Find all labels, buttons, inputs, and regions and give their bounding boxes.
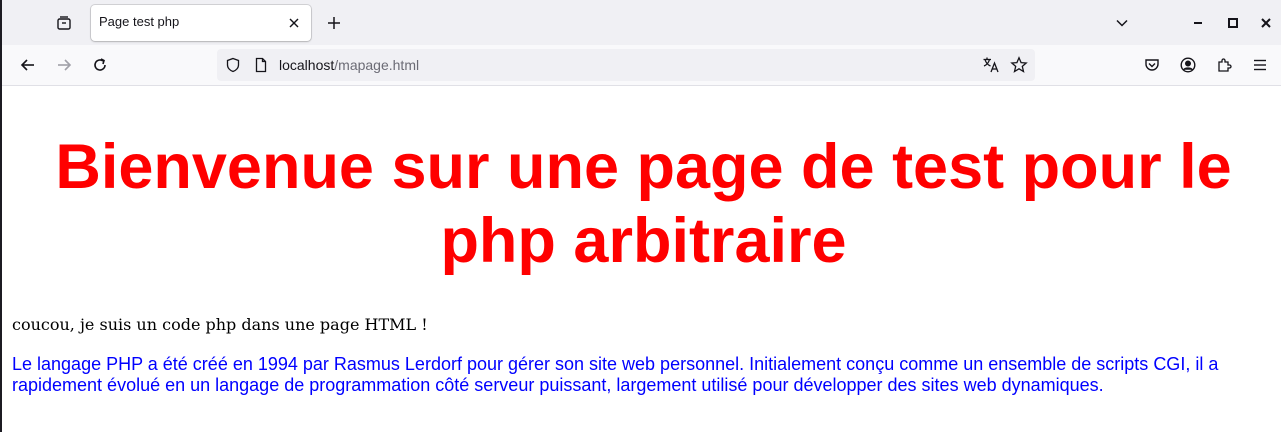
tab-close-button[interactable] (285, 14, 303, 32)
extensions-button[interactable] (1212, 53, 1236, 77)
close-icon (289, 18, 299, 28)
hamburger-menu-icon (1254, 59, 1266, 71)
menu-button[interactable] (1248, 53, 1272, 77)
maximize-icon (1228, 18, 1238, 28)
tab-title: Page test php (99, 14, 180, 29)
pocket-icon (1145, 59, 1159, 71)
url-path: /mapage.html (334, 57, 420, 73)
translate-icon[interactable] (982, 56, 1000, 74)
account-button[interactable] (1176, 53, 1200, 77)
close-icon (1261, 18, 1271, 28)
page-heading: Bienvenue sur une page de test pour le p… (55, 132, 1232, 276)
page-icon[interactable] (253, 57, 269, 73)
greeting-text: coucou, je suis un code php dans une pag… (12, 315, 428, 334)
all-tabs-button[interactable] (1110, 11, 1134, 35)
back-arrow-icon (20, 59, 34, 71)
new-tab-button[interactable] (322, 11, 346, 35)
tab-strip: Page test php (2, 0, 1281, 45)
extensions-icon (1218, 58, 1232, 72)
url-bar[interactable]: localhost/mapage.html (217, 49, 1035, 81)
tab-active[interactable]: Page test php (91, 5, 311, 41)
php-history-paragraph: Le langage PHP a été créé en 1994 par Ra… (12, 354, 1219, 395)
back-button[interactable] (16, 53, 40, 77)
forward-arrow-icon (58, 59, 72, 71)
forward-button[interactable] (52, 53, 76, 77)
maximize-button[interactable] (1221, 11, 1245, 35)
navigation-toolbar: localhost/mapage.html (2, 45, 1281, 86)
star-icon[interactable] (1010, 56, 1028, 74)
tabs-list-button[interactable] (52, 11, 76, 35)
tabs-list-icon (56, 15, 72, 31)
reload-icon (94, 58, 106, 71)
minimize-button[interactable] (1186, 11, 1210, 35)
minimize-icon (1194, 22, 1202, 24)
reload-button[interactable] (88, 53, 112, 77)
close-window-button[interactable] (1254, 11, 1278, 35)
url-text[interactable]: localhost/mapage.html (279, 57, 419, 73)
pocket-button[interactable] (1140, 53, 1164, 77)
url-host: localhost (279, 57, 335, 73)
browser-window: Page test php localhost/mapage.html Bien… (0, 0, 1281, 432)
page-content: Bienvenue sur une page de test pour le p… (4, 86, 1281, 432)
account-icon (1180, 57, 1196, 73)
shield-icon[interactable] (225, 57, 241, 73)
plus-icon (328, 17, 340, 29)
chevron-down-icon (1116, 19, 1128, 27)
